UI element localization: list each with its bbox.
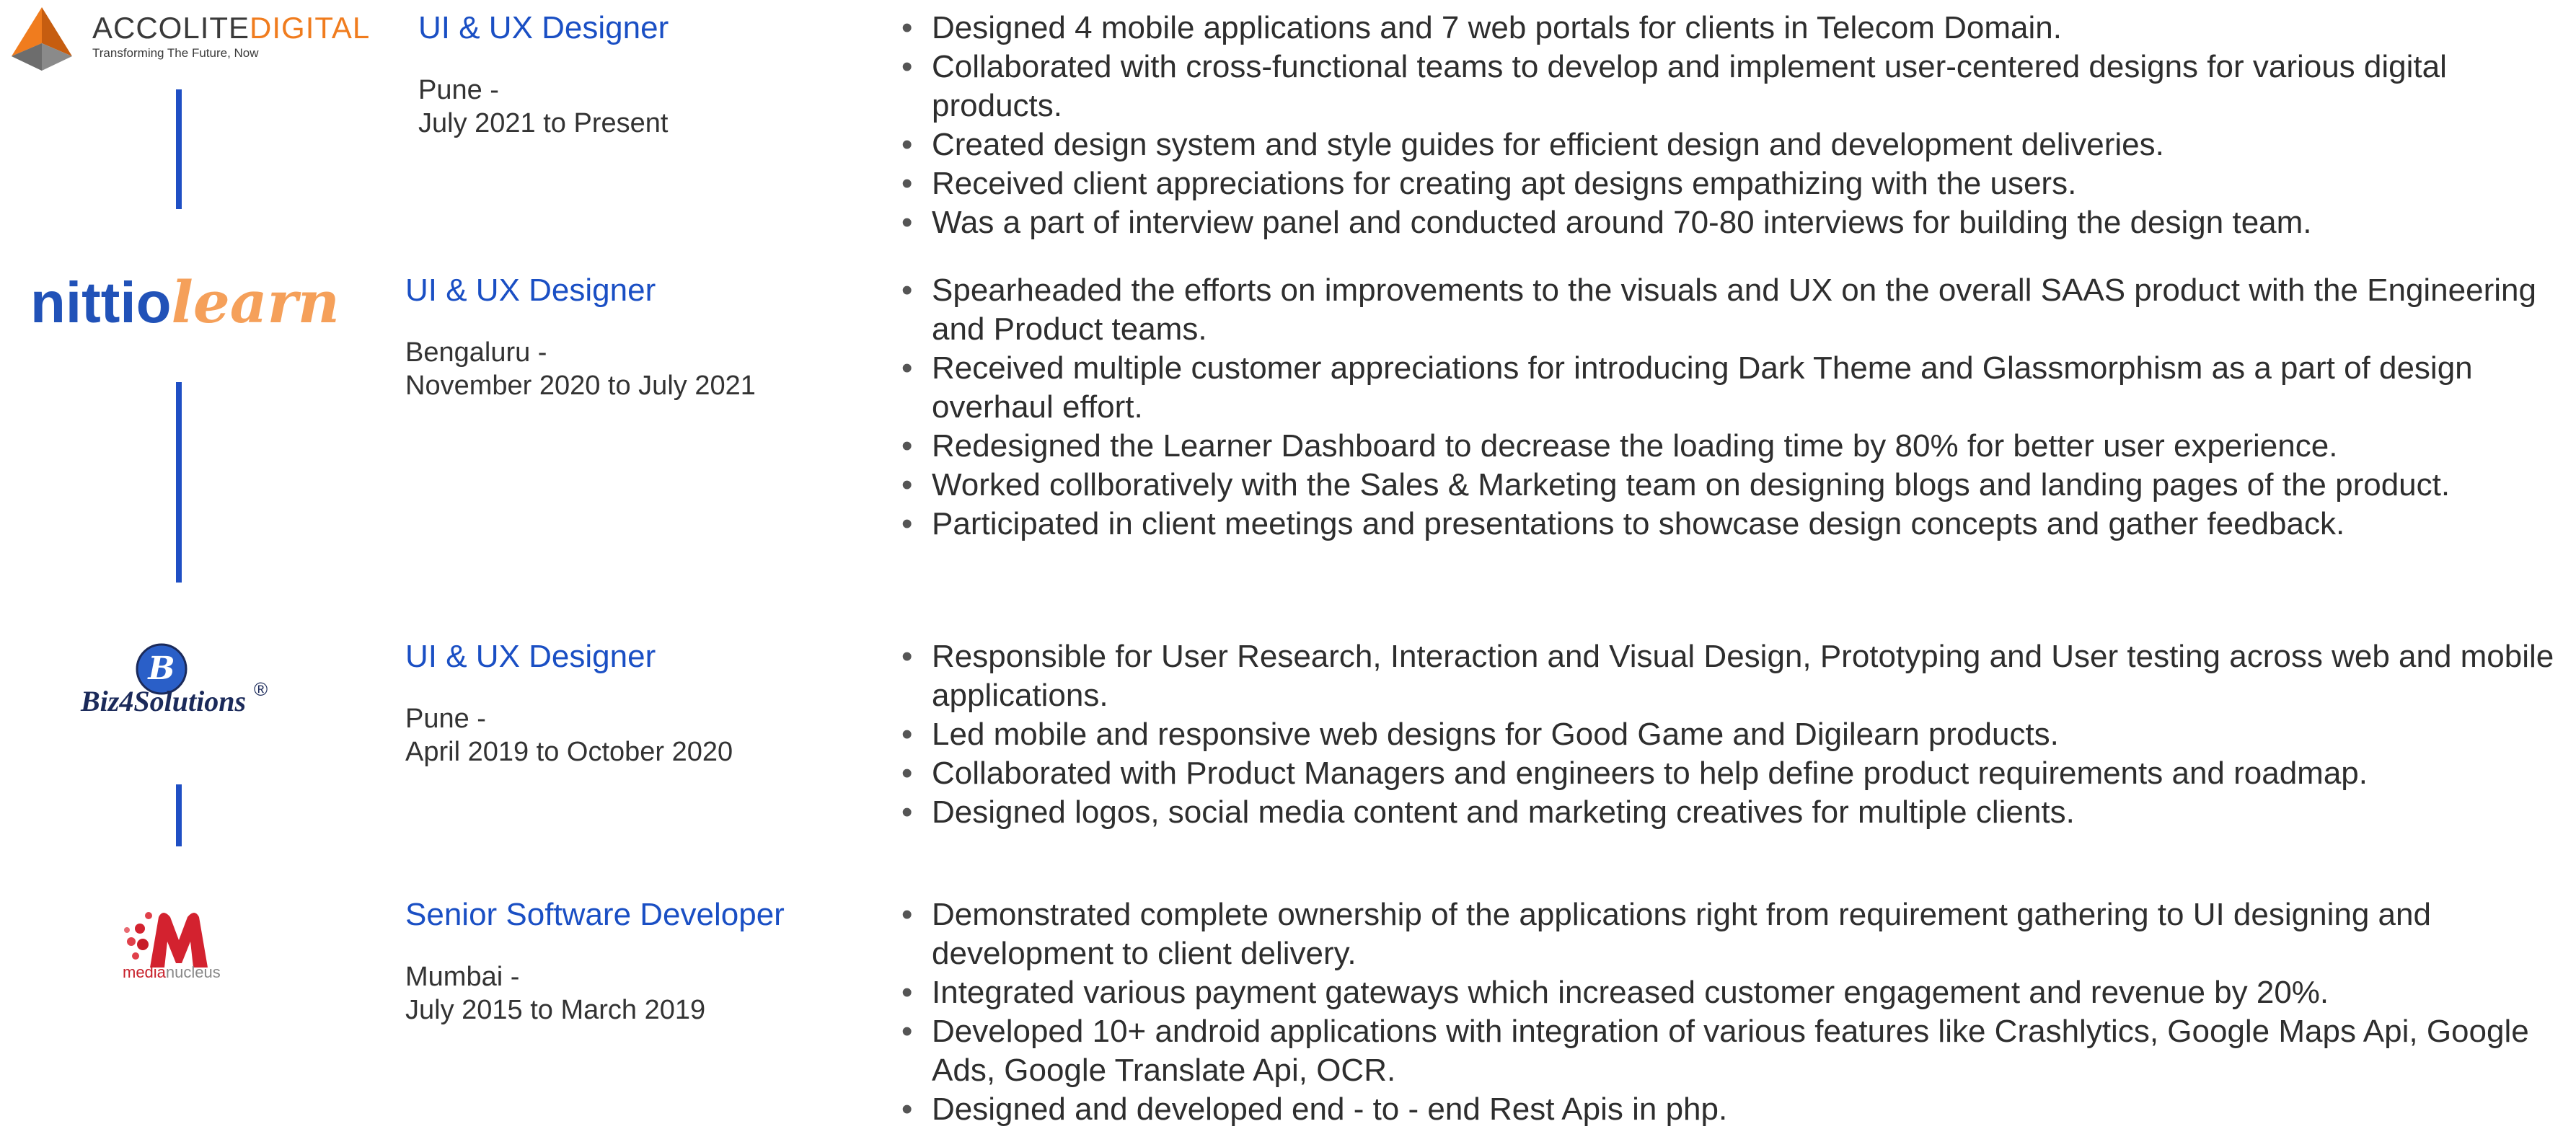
- accolite-pyramid-icon: [12, 7, 72, 71]
- accolite-wordmark: ACCOLITEDIGITAL: [92, 11, 371, 45]
- list-item: • Received client appreciations for creat…: [901, 164, 2560, 203]
- bullet-icon: •: [901, 794, 913, 830]
- svg-text:B: B: [146, 650, 175, 687]
- timeline-connector-3: [176, 784, 182, 846]
- bullet-icon: •: [901, 975, 913, 1010]
- list-item: • Participated in client meetings and pre…: [901, 505, 2560, 544]
- job-bullets: • Demonstrated complete ownership of the …: [901, 895, 2560, 1129]
- job-location: Mumbai -: [405, 962, 520, 992]
- job-location: Pune -: [405, 704, 486, 734]
- list-item: • Developed 10+ android applications with…: [901, 1014, 2529, 1088]
- list-item: • Was a part of interview panel and condu…: [901, 203, 2560, 242]
- medianucleus-wordmark: medianucleus: [123, 963, 221, 981]
- bullet-icon: •: [901, 127, 913, 162]
- job-title: Senior Software Developer: [405, 897, 785, 932]
- nittiolearn-logo: nittiolearn: [30, 268, 340, 336]
- job-period: November 2020 to July 2021: [405, 371, 756, 401]
- job-location: Bengaluru -: [405, 337, 547, 368]
- job-period: July 2021 to Present: [418, 108, 669, 138]
- bullet-icon: •: [901, 1092, 913, 1127]
- bullet-icon: •: [901, 506, 913, 541]
- bullet-icon: •: [901, 467, 913, 502]
- bullet-icon: •: [901, 205, 913, 240]
- biz4solutions-wordmark: Biz4Solutions: [81, 685, 247, 717]
- job-bullets: • Responsible for User Research, Interact…: [901, 637, 2560, 832]
- list-item: • Designed and developed end - to - end R…: [901, 1090, 2560, 1129]
- bullet-icon: •: [901, 1014, 913, 1049]
- timeline-connector-1: [176, 89, 182, 209]
- bullet-icon: •: [901, 10, 913, 45]
- bullet-icon: •: [901, 166, 913, 201]
- bullet-icon: •: [901, 49, 913, 84]
- list-item: • Received multiple customer appreciation…: [901, 350, 2473, 425]
- registered-mark: ®: [254, 678, 268, 700]
- bullet-icon: •: [901, 897, 913, 932]
- list-item: • Worked collboratively with the Sales & …: [901, 466, 2560, 505]
- job-title: UI & UX Designer: [405, 639, 656, 674]
- bullet-icon: •: [901, 428, 913, 464]
- job-bullets: • Spearheaded the efforts on improvements…: [901, 271, 2560, 544]
- accolite-tagline: Transforming The Future, Now: [92, 46, 259, 60]
- list-item: • Integrated various payment gateways whi…: [901, 973, 2560, 1012]
- bullet-icon: •: [901, 350, 913, 386]
- job-title: UI & UX Designer: [418, 10, 669, 45]
- job-location: Pune -: [418, 75, 499, 105]
- list-item: • Led mobile and responsive web designs f…: [901, 715, 2560, 754]
- bullet-icon: •: [901, 756, 913, 791]
- job-title: UI & UX Designer: [405, 273, 656, 308]
- list-item: • Created design system and style guides …: [901, 125, 2560, 164]
- list-item: • Redesigned the Learner Dashboard to dec…: [901, 427, 2560, 466]
- job-period: July 2015 to March 2019: [405, 995, 706, 1025]
- list-item: • Spearheaded the efforts on improvements…: [901, 273, 2536, 347]
- job-bullets: • Designed 4 mobile applications and 7 we…: [901, 9, 2560, 242]
- list-item: • Demonstrated complete ownership of the …: [901, 897, 2431, 971]
- accolite-digital-logo: ACCOLITEDIGITAL Transforming The Future,…: [0, 0, 369, 72]
- list-item: • Responsible for User Research, Interact…: [901, 639, 2554, 713]
- timeline-connector-2: [176, 382, 182, 583]
- list-item: • Collaborated with cross-functional team…: [901, 49, 2447, 123]
- list-item: • Designed logos, social media content an…: [901, 793, 2560, 832]
- list-item: • Designed 4 mobile applications and 7 we…: [901, 9, 2560, 48]
- bullet-icon: •: [901, 717, 913, 752]
- list-item: • Collaborated with Product Managers and …: [901, 754, 2560, 793]
- bullet-icon: •: [901, 273, 913, 308]
- bullet-icon: •: [901, 639, 913, 674]
- job-period: April 2019 to October 2020: [405, 737, 733, 767]
